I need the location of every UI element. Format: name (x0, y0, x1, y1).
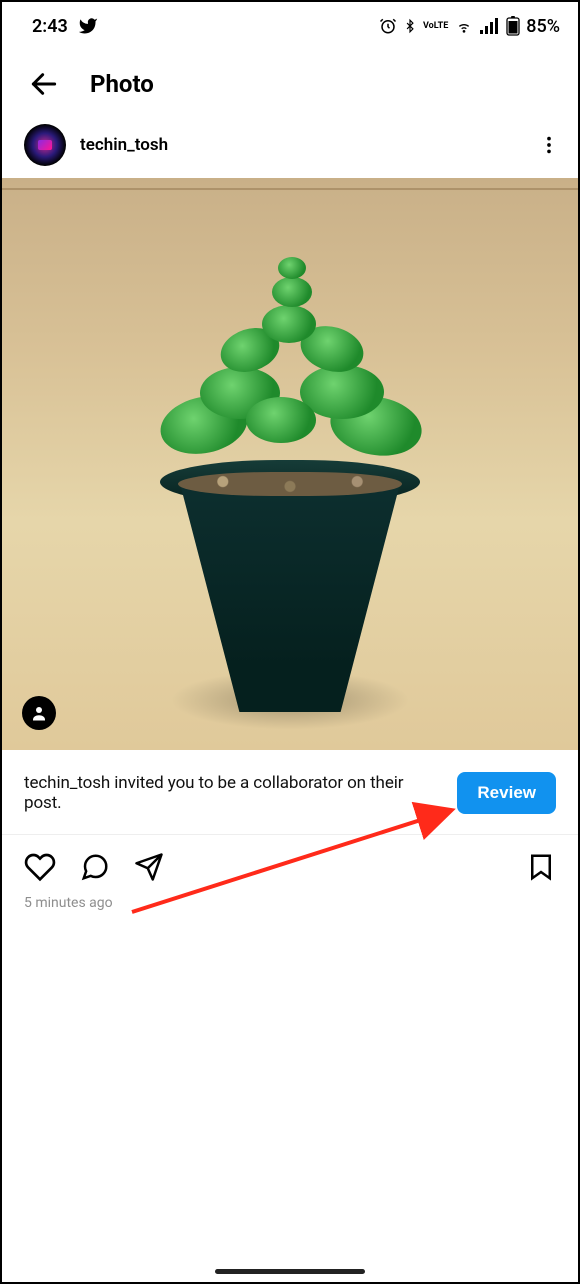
alarm-icon (379, 17, 397, 35)
post-header: techin_tosh (2, 118, 578, 178)
share-icon[interactable] (134, 852, 164, 882)
more-icon[interactable] (538, 134, 560, 156)
avatar[interactable] (24, 124, 66, 166)
collab-text: techin_tosh invited you to be a collabor… (24, 773, 441, 813)
back-icon[interactable] (28, 68, 60, 100)
page-title: Photo (90, 70, 154, 98)
page-header: Photo (2, 42, 578, 118)
save-icon[interactable] (526, 852, 556, 882)
collab-invite-row: techin_tosh invited you to be a collabor… (2, 750, 578, 835)
post-timestamp: 5 minutes ago (2, 891, 578, 915)
post-actions (2, 835, 578, 891)
comment-icon[interactable] (80, 852, 110, 882)
status-time: 2:43 (32, 16, 68, 37)
volte-icon: VoLTE (423, 22, 448, 30)
status-bar: 2:43 VoLTE 85% (2, 2, 578, 42)
like-icon[interactable] (24, 851, 56, 883)
post-image[interactable] (2, 178, 578, 750)
bluetooth-icon (403, 17, 417, 35)
battery-icon (506, 16, 520, 36)
wifi-icon (454, 18, 474, 34)
battery-percent: 85% (526, 16, 560, 37)
home-indicator[interactable] (215, 1269, 365, 1274)
twitter-icon (78, 16, 98, 36)
review-button[interactable]: Review (457, 772, 556, 814)
post-username[interactable]: techin_tosh (80, 135, 168, 155)
signal-icon (480, 18, 500, 34)
tagged-people-icon[interactable] (22, 696, 56, 730)
